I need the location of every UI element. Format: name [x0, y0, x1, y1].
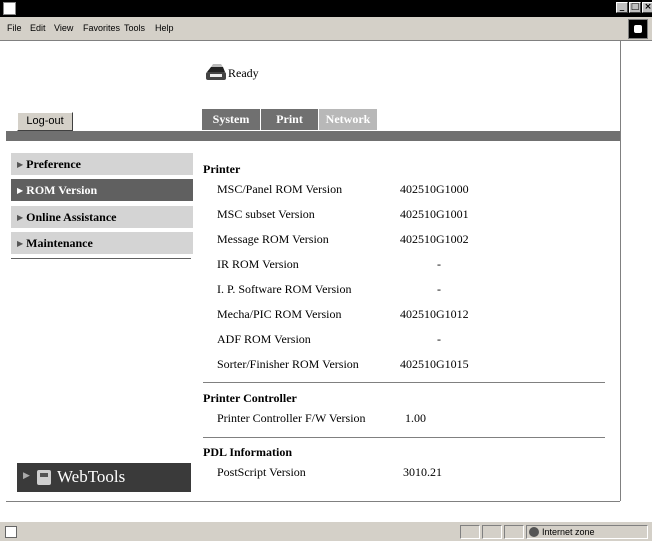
row-label: IR ROM Version [217, 257, 299, 271]
app-icon [3, 2, 16, 15]
row-label: MSC/Panel ROM Version [217, 182, 343, 196]
page-icon [5, 526, 17, 538]
status-cell [482, 525, 502, 539]
maximize-button[interactable]: □ [629, 2, 641, 13]
sidebar-item-maintenance[interactable]: ▶ Maintenance [11, 232, 193, 254]
triangle-right-icon: ▶ [17, 213, 24, 222]
globe-icon [529, 527, 539, 537]
webtools-logo-icon [37, 470, 51, 485]
row-value: 402510G1000 [400, 182, 469, 196]
menu-file[interactable]: File [7, 23, 22, 33]
printer-status: Ready [228, 66, 259, 80]
sidebar-divider [11, 258, 191, 259]
logout-button[interactable]: Log-out [17, 112, 73, 131]
triangle-right-icon: ▶ [17, 186, 24, 195]
browser-throbber-icon [628, 19, 648, 39]
triangle-right-icon: ▶ [17, 160, 24, 169]
status-cell [504, 525, 524, 539]
close-button[interactable]: × [642, 2, 652, 13]
row-value: - [437, 257, 441, 271]
title-bar: _ □ × [0, 0, 652, 17]
row-value: 402510G1015 [400, 357, 469, 371]
sidebar-item-preference[interactable]: ▶ Preference [11, 153, 193, 175]
menu-favorites[interactable]: Favorites [83, 23, 120, 33]
tab-print[interactable]: Print [261, 109, 318, 130]
webtools-label: WebTools [57, 467, 126, 486]
menu-bar: File Edit View Favorites Tools Help [0, 17, 652, 41]
row-label: PostScript Version [217, 465, 306, 479]
row-label: I. P. Software ROM Version [217, 282, 352, 296]
row-value: 402510G1002 [400, 232, 469, 246]
sidebar-item-online-assistance[interactable]: ▶ Online Assistance [11, 206, 193, 228]
row-value: - [437, 282, 441, 296]
section-title-printer-controller: Printer Controller [203, 391, 297, 405]
row-value: 402510G1001 [400, 207, 469, 221]
menu-tools[interactable]: Tools [124, 23, 145, 33]
row-label: Printer Controller F/W Version [217, 411, 366, 425]
sidebar-item-label: Online Assistance [26, 210, 117, 224]
zone-label: Internet zone [542, 527, 595, 537]
row-label: Message ROM Version [217, 232, 329, 246]
menu-help[interactable]: Help [155, 23, 174, 33]
tab-network[interactable]: Network [319, 109, 377, 130]
section-divider [203, 437, 605, 438]
frame-divider [620, 41, 621, 501]
webtools-banner[interactable]: ▶ WebTools [17, 463, 191, 492]
minimize-button[interactable]: _ [616, 2, 628, 13]
content-bottom-rule [6, 501, 620, 502]
status-bar: Internet zone [0, 521, 652, 541]
row-label: ADF ROM Version [217, 332, 311, 346]
triangle-right-icon: ▶ [23, 471, 30, 481]
sidebar-item-rom-version[interactable]: ▶ ROM Version [11, 179, 193, 201]
section-title-printer: Printer [203, 162, 241, 176]
tab-system[interactable]: System [202, 109, 260, 130]
section-divider [203, 382, 605, 383]
printer-icon [206, 64, 226, 80]
row-value: 402510G1012 [400, 307, 469, 321]
status-cell [460, 525, 480, 539]
header-bar [6, 131, 620, 141]
row-label: Sorter/Finisher ROM Version [217, 357, 359, 371]
menu-view[interactable]: View [54, 23, 73, 33]
row-label: MSC subset Version [217, 207, 315, 221]
menu-edit[interactable]: Edit [30, 23, 46, 33]
triangle-right-icon: ▶ [17, 239, 24, 248]
sidebar-item-label: Maintenance [26, 236, 93, 250]
sidebar-item-label: ROM Version [26, 183, 98, 197]
row-value: 1.00 [405, 411, 426, 425]
row-value: 3010.21 [403, 465, 442, 479]
sidebar-item-label: Preference [26, 157, 82, 171]
section-title-pdl-information: PDL Information [203, 445, 293, 459]
row-value: - [437, 332, 441, 346]
row-label: Mecha/PIC ROM Version [217, 307, 342, 321]
